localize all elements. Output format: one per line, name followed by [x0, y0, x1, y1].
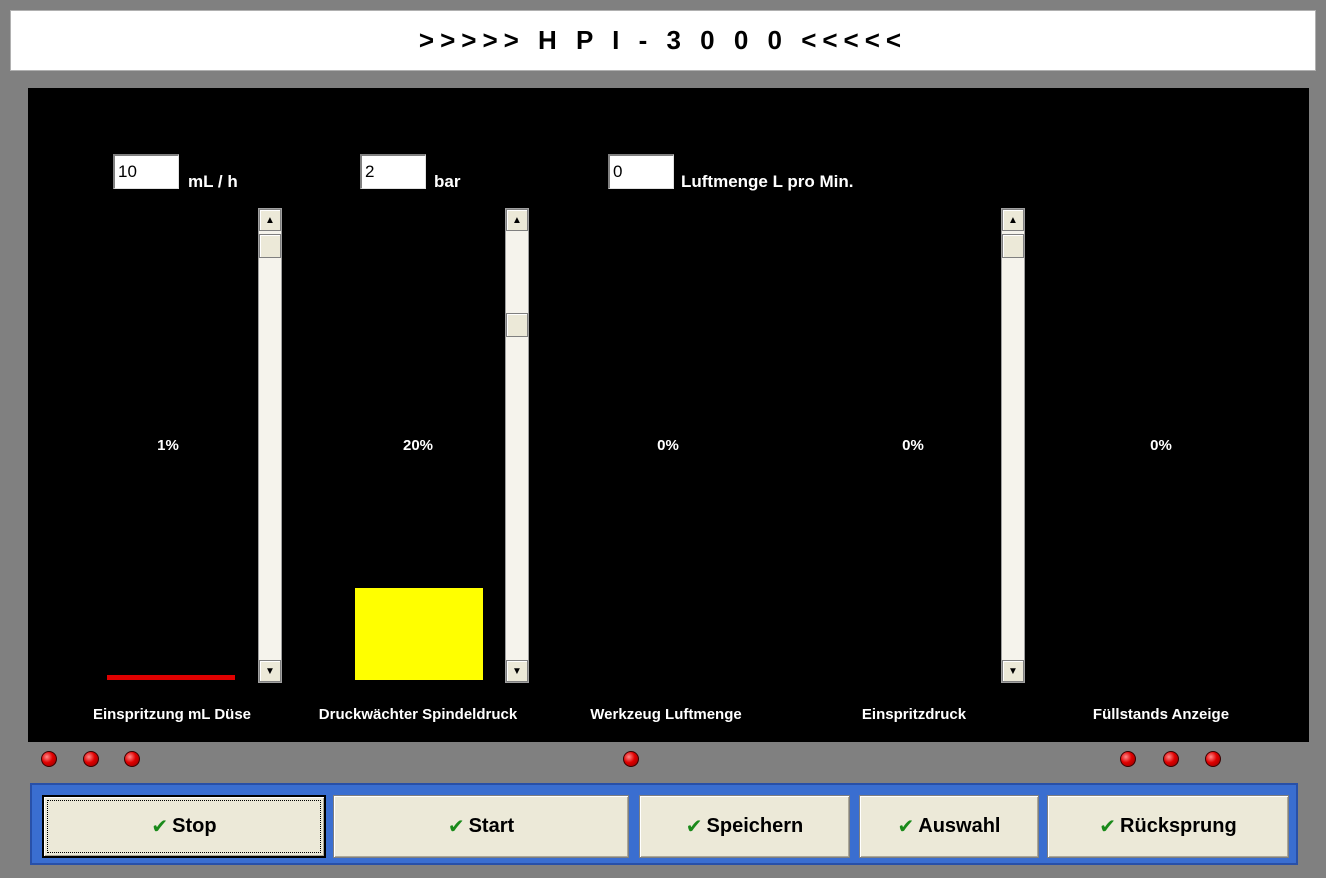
select-button[interactable]: ✔ Auswahl — [859, 795, 1039, 858]
start-button[interactable]: ✔ Start — [333, 795, 629, 858]
injection-pressure-gauge-label: Einspritzdruck — [861, 706, 967, 723]
scroll-down-arrow-icon[interactable]: ▼ — [259, 660, 281, 682]
fill-level-percent: 0% — [1150, 437, 1172, 454]
status-led — [83, 751, 99, 767]
status-led — [1120, 751, 1136, 767]
return-button[interactable]: ✔ Rücksprung — [1047, 795, 1289, 858]
air-unit-label: Luftmenge L pro Min. — [681, 172, 854, 191]
injection-slider[interactable]: ▲ ▼ — [258, 208, 282, 683]
status-led — [41, 751, 57, 767]
slider-thumb[interactable] — [259, 234, 281, 258]
pressure-unit-label: bar — [434, 172, 461, 191]
status-led — [1205, 751, 1221, 767]
status-led — [623, 751, 639, 767]
injection-pressure-percent: 0% — [902, 437, 924, 454]
title-bar: >>>>> H P I - 3 0 0 0 <<<<< — [10, 10, 1316, 71]
injection-rate-input[interactable] — [113, 154, 179, 189]
scroll-up-arrow-icon[interactable]: ▲ — [259, 209, 281, 231]
status-led — [1163, 751, 1179, 767]
checkmark-icon: ✔ — [447, 816, 465, 838]
pressure-slider[interactable]: ▲ ▼ — [505, 208, 529, 683]
status-led — [124, 751, 140, 767]
injection-gauge-label: Einspritzung mL Düse — [92, 706, 252, 723]
scroll-up-arrow-icon[interactable]: ▲ — [1002, 209, 1024, 231]
scroll-down-arrow-icon[interactable]: ▼ — [1002, 660, 1024, 682]
slider-thumb[interactable] — [1002, 234, 1024, 258]
spindle-pressure-gauge-label: Druckwächter Spindeldruck — [318, 706, 518, 723]
air-amount-gauge-label: Werkzeug Luftmenge — [590, 706, 742, 723]
stop-button[interactable]: ✔ Stop — [42, 795, 326, 858]
checkmark-icon: ✔ — [1099, 816, 1117, 838]
checkmark-icon: ✔ — [685, 816, 703, 838]
checkmark-icon: ✔ — [151, 816, 169, 838]
spindle-pressure-level-bar — [355, 588, 483, 680]
air-amount-input[interactable] — [608, 154, 674, 189]
fill-level-gauge-label: Füllstands Anzeige — [1092, 706, 1230, 723]
injection-unit-label: mL / h — [188, 172, 238, 191]
injection-level-bar — [107, 675, 235, 680]
slider-thumb[interactable] — [506, 313, 528, 337]
injection-percent: 1% — [157, 437, 179, 454]
pressure-input[interactable] — [360, 154, 426, 189]
app-title: >>>>> H P I - 3 0 0 0 <<<<< — [418, 25, 908, 55]
checkmark-icon: ✔ — [897, 816, 915, 838]
air-amount-percent: 0% — [657, 437, 679, 454]
scroll-down-arrow-icon[interactable]: ▼ — [506, 660, 528, 682]
save-button[interactable]: ✔ Speichern — [639, 795, 850, 858]
injection-pressure-slider[interactable]: ▲ ▼ — [1001, 208, 1025, 683]
spindle-pressure-percent: 20% — [402, 437, 434, 454]
scroll-up-arrow-icon[interactable]: ▲ — [506, 209, 528, 231]
